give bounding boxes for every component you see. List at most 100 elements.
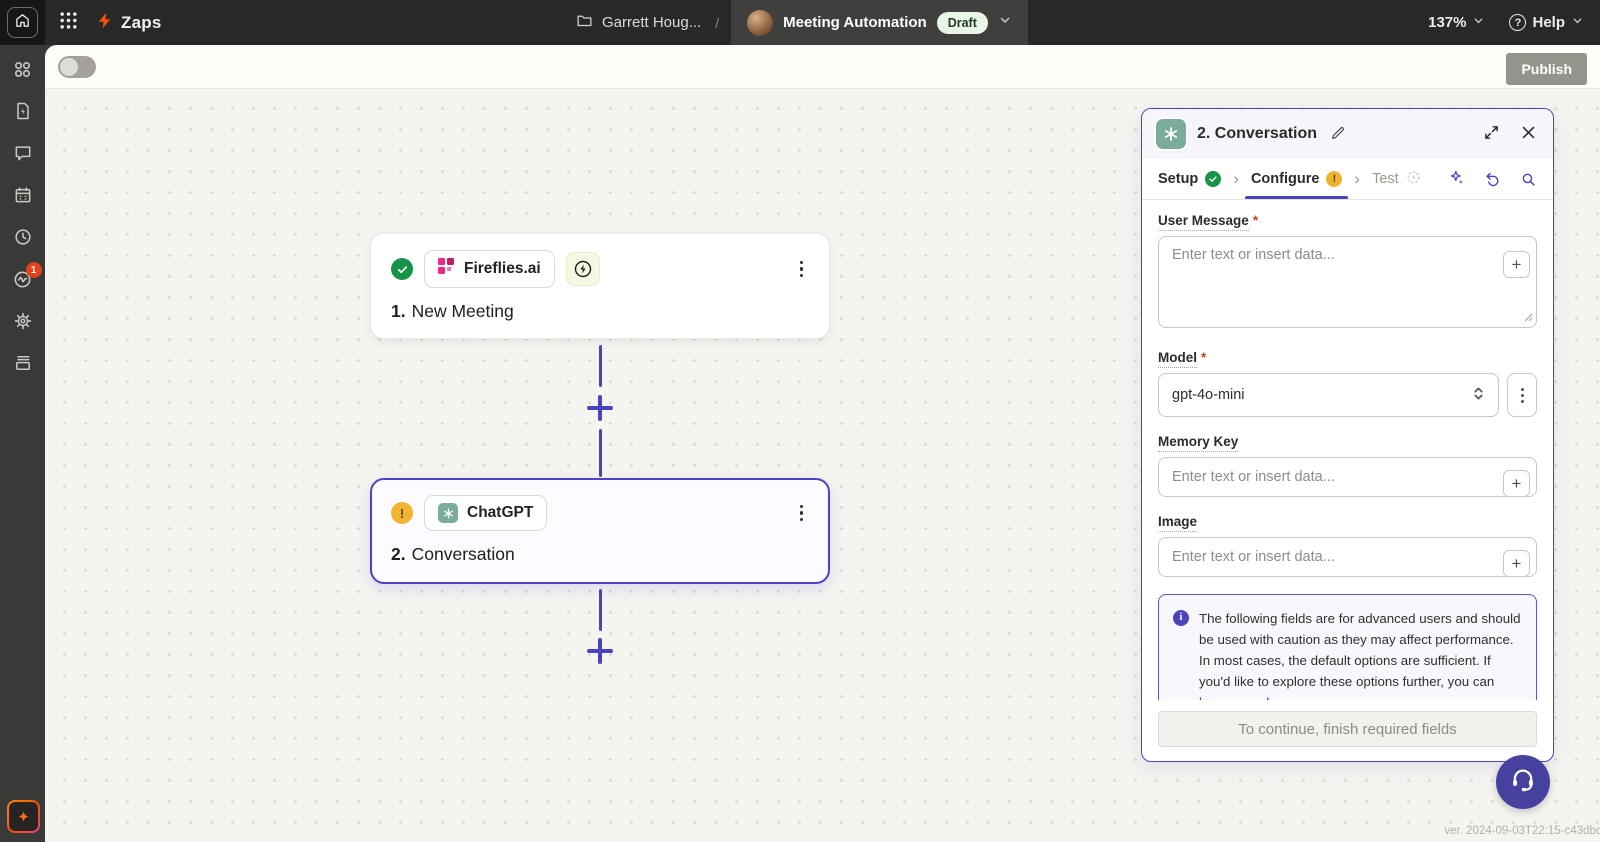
- sidebar-item-settings[interactable]: [12, 310, 34, 332]
- test-pending-icon: [1406, 170, 1421, 189]
- zap-name: Meeting Automation: [783, 14, 927, 31]
- chatgpt-logo-icon: [438, 503, 458, 523]
- help-menu[interactable]: ? Help: [1509, 14, 1584, 31]
- step-menu-button[interactable]: [794, 501, 810, 526]
- notice-text: The following fields are for advanced us…: [1199, 608, 1522, 700]
- publish-button[interactable]: Publish: [1506, 53, 1587, 85]
- workflow-canvas[interactable]: Fireflies.ai 1.New Meeting !: [45, 89, 1600, 842]
- tab-configure[interactable]: Configure !: [1249, 159, 1344, 199]
- app-pill-fireflies[interactable]: Fireflies.ai: [424, 250, 555, 288]
- insert-data-button[interactable]: +: [1503, 550, 1530, 577]
- field-label: Model: [1158, 350, 1197, 368]
- sidebar-item-history[interactable]: [12, 226, 34, 248]
- zoom-level-value: 137%: [1428, 14, 1466, 31]
- ai-assist-button[interactable]: [1446, 167, 1467, 191]
- user-message-input[interactable]: [1158, 236, 1537, 328]
- expand-panel-button[interactable]: [1481, 122, 1502, 146]
- connector-line: [599, 429, 603, 477]
- add-step-icon[interactable]: [587, 395, 613, 421]
- step-name: New Meeting: [412, 301, 514, 321]
- help-label: Help: [1532, 14, 1565, 31]
- required-marker: *: [1253, 213, 1258, 228]
- search-icon[interactable]: [1518, 169, 1539, 190]
- step-number: 1.: [391, 301, 406, 321]
- editor-toolbar: Publish: [45, 45, 1600, 89]
- panel-header: 2. Conversation: [1142, 109, 1553, 159]
- zap-on-off-toggle[interactable]: [58, 56, 96, 78]
- step-title: 1. New Meeting: [391, 301, 809, 322]
- model-select[interactable]: gpt-4o-mini: [1158, 373, 1499, 417]
- top-bar: Zaps Garrett Houg... / Meeting Automatio…: [0, 0, 1600, 45]
- model-field: Model* gpt-4o-mini: [1158, 350, 1537, 417]
- home-icon: [14, 12, 31, 34]
- step-title: 2. Conversation: [391, 544, 809, 565]
- close-panel-button[interactable]: [1518, 122, 1539, 146]
- folder-icon: [576, 12, 593, 33]
- help-icon: ?: [1509, 14, 1526, 31]
- toggle-knob: [60, 58, 78, 76]
- step-menu-button[interactable]: [794, 257, 810, 282]
- zoom-level-dropdown[interactable]: 137%: [1428, 14, 1485, 31]
- sidebar-item-zap-runs[interactable]: 1: [12, 268, 34, 290]
- breadcrumb-separator: /: [715, 15, 731, 31]
- undo-icon[interactable]: [1482, 169, 1503, 190]
- app-name: ChatGPT: [467, 504, 533, 522]
- insert-data-button[interactable]: +: [1503, 470, 1530, 497]
- step-node-1[interactable]: Fireflies.ai 1. New Meeting: [370, 233, 830, 339]
- chevron-down-icon: [998, 13, 1012, 32]
- home-button[interactable]: [7, 7, 38, 38]
- sidebar-item-messages[interactable]: [12, 142, 34, 164]
- select-chevrons-icon: [1472, 386, 1485, 405]
- ai-copilot-button[interactable]: ✦: [7, 800, 40, 833]
- chevron-down-icon: [1571, 14, 1584, 31]
- chevron-right-icon: ›: [1344, 169, 1370, 189]
- zap-owner-avatar: [747, 10, 773, 36]
- chevron-down-icon: [1472, 14, 1485, 31]
- breadcrumb-folder[interactable]: Garrett Houg...: [576, 12, 715, 33]
- app-grid-button[interactable]: [55, 10, 81, 36]
- configure-form: User Message * + Model* gpt-4o-mini: [1142, 200, 1553, 700]
- home-cell: [0, 0, 45, 45]
- zap-title-menu[interactable]: Meeting Automation Draft: [731, 0, 1028, 45]
- info-icon: i: [1173, 610, 1189, 626]
- app-pill-chatgpt[interactable]: ChatGPT: [424, 495, 547, 531]
- left-sidebar: 1 ✦: [0, 45, 45, 842]
- insert-data-button[interactable]: +: [1503, 251, 1530, 278]
- rename-step-button[interactable]: [1328, 123, 1348, 146]
- continue-button[interactable]: To continue, finish required fields: [1158, 711, 1537, 747]
- step-number: 2.: [391, 544, 406, 564]
- memory-key-input[interactable]: [1158, 457, 1537, 497]
- zaps-brand[interactable]: Zaps: [95, 11, 161, 35]
- advanced-fields-notice: i The following fields are for advanced …: [1158, 594, 1537, 700]
- sparkle-icon: [1448, 169, 1465, 189]
- support-chat-button[interactable]: [1496, 755, 1550, 809]
- sidebar-item-templates[interactable]: [12, 100, 34, 122]
- step-node-2[interactable]: ! ChatGPT 2.Conversation: [370, 478, 830, 584]
- chevron-right-icon: ›: [1223, 169, 1249, 189]
- sidebar-item-apps[interactable]: [12, 58, 34, 80]
- tab-setup[interactable]: Setup: [1156, 159, 1223, 199]
- headset-icon: [1509, 766, 1537, 799]
- build-version-text: ver. 2024-09-03T22:15-c43dbca: [1444, 825, 1600, 837]
- chatgpt-app-icon: [1156, 119, 1186, 149]
- sidebar-item-schedule[interactable]: [12, 184, 34, 206]
- tab-test[interactable]: Test: [1370, 159, 1423, 199]
- fireflies-logo-icon: [438, 258, 455, 280]
- pencil-icon: [1330, 125, 1346, 144]
- add-step-icon[interactable]: [587, 638, 613, 664]
- step-success-icon: [391, 258, 413, 280]
- model-selected-value: gpt-4o-mini: [1172, 387, 1245, 403]
- step-name: Conversation: [412, 544, 515, 564]
- app-name: Fireflies.ai: [464, 260, 541, 278]
- sparkle-icon: ✦: [17, 808, 30, 826]
- field-label: User Message: [1158, 213, 1249, 231]
- sidebar-item-interfaces[interactable]: [12, 352, 34, 374]
- zapier-bolt-icon: [95, 11, 114, 35]
- model-options-menu[interactable]: [1507, 373, 1537, 417]
- product-label: Zaps: [121, 13, 161, 33]
- image-input[interactable]: [1158, 537, 1537, 577]
- field-label: Memory Key: [1158, 434, 1238, 452]
- field-label: Image: [1158, 514, 1197, 532]
- editor-main: Publish Fireflies.ai 1.: [45, 45, 1600, 842]
- connector-line: [599, 589, 603, 631]
